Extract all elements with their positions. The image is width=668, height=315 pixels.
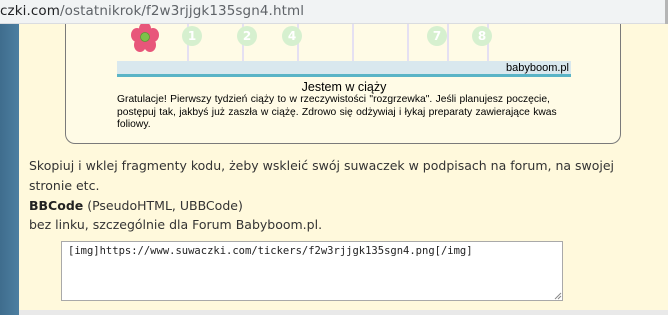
url-text[interactable]: czki.com/ostatnikrok/f2w3rjjgk135sgn4.ht…: [0, 3, 304, 19]
milestone-marker: 4: [282, 26, 302, 46]
instructions-text: Skopiuj i wklej fragmenty kodu, żeby wsk…: [29, 158, 615, 193]
milestone-marker: 1: [182, 26, 202, 46]
bbcode-code-field[interactable]: [img]https://www.suwaczki.com/tickers/f2…: [61, 241, 563, 301]
milestone-marker: 7: [427, 26, 447, 46]
left-side-strip: [0, 24, 19, 315]
ticker-brand: babyboom.pl: [506, 62, 569, 74]
ticker-image: 1 2 4 7 8 babyboom.pl: [117, 24, 571, 78]
milestone-marker: 2: [237, 26, 257, 46]
flower-icon: [131, 24, 159, 52]
page-footer-band: [19, 310, 668, 315]
ticker-progress-bar: [117, 61, 571, 77]
bbcode-subtitle: bez linku, szczególnie dla Forum Babyboo…: [29, 217, 323, 232]
ticker-title: Jestem w ciąży: [301, 80, 387, 94]
browser-address-bar[interactable]: czki.com/ostatnikrok/f2w3rjjgk135sgn4.ht…: [0, 0, 668, 24]
url-domain: czki.com: [0, 3, 61, 19]
bbcode-section-heading: BBCode (PseudoHTML, UBBCode): [29, 198, 243, 213]
milestone-marker: 8: [472, 26, 492, 46]
resize-grip-icon[interactable]: [554, 292, 562, 300]
url-path: /ostatnikrok/f2w3rjjgk135sgn4.html: [60, 3, 305, 19]
bbcode-formats: (PseudoHTML, UBBCode): [83, 198, 243, 213]
bbcode-label: BBCode: [29, 198, 84, 213]
ticker-description: Gratulacje! Pierwszy tydzień ciąży to w …: [117, 94, 557, 130]
